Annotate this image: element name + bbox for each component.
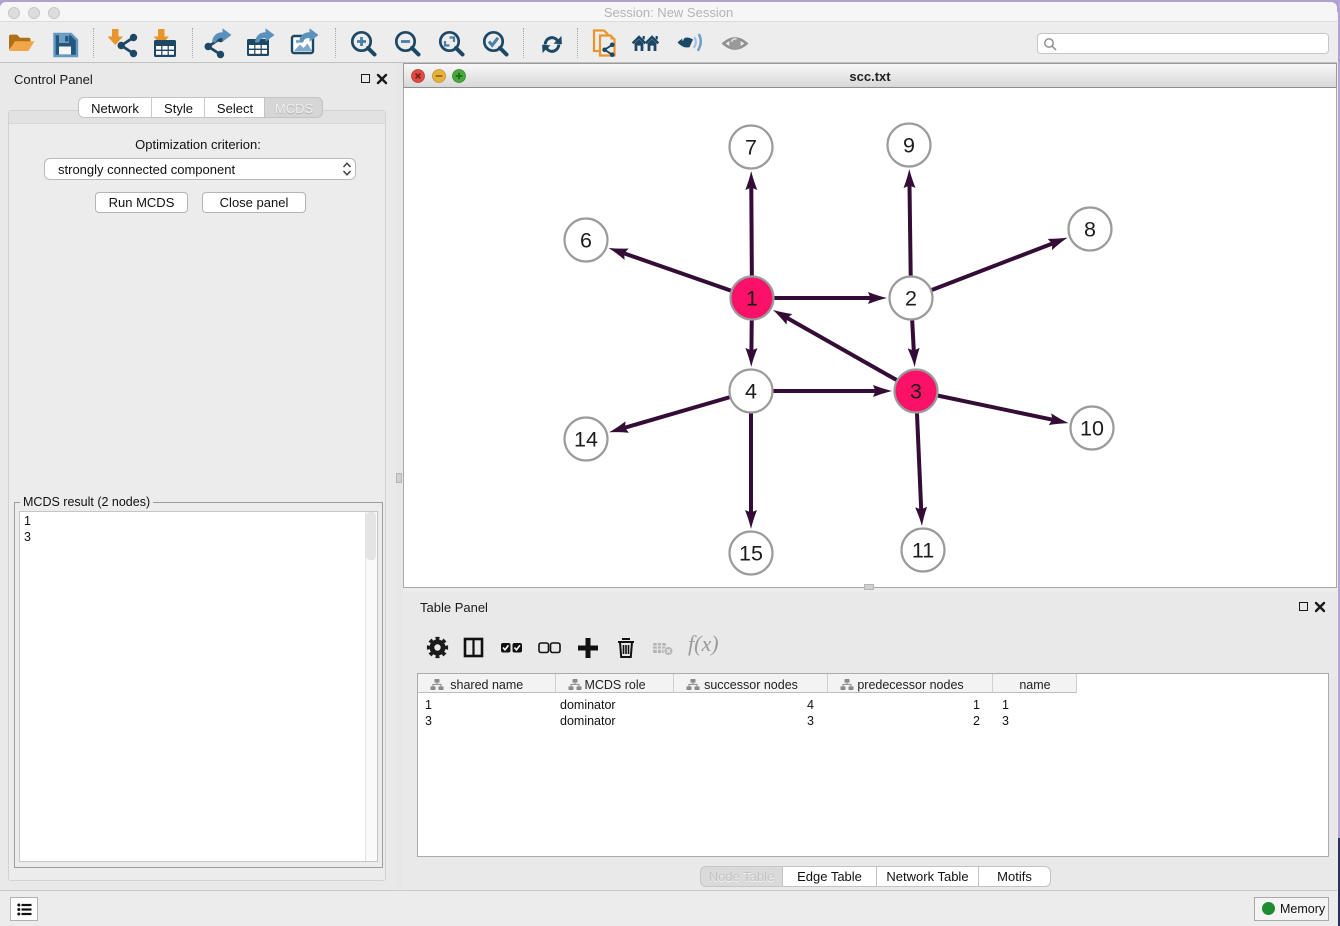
svg-text:1: 1 (746, 287, 758, 311)
svg-text:6: 6 (580, 229, 592, 253)
svg-text:2: 2 (905, 287, 917, 311)
svg-text:10: 10 (1080, 417, 1104, 441)
svg-text:3: 3 (910, 380, 922, 404)
svg-text:7: 7 (745, 136, 757, 160)
svg-text:4: 4 (745, 380, 757, 404)
svg-text:15: 15 (739, 542, 763, 566)
svg-text:11: 11 (912, 539, 934, 563)
svg-text:8: 8 (1084, 218, 1096, 242)
svg-text:14: 14 (574, 428, 598, 452)
svg-text:9: 9 (903, 134, 915, 158)
